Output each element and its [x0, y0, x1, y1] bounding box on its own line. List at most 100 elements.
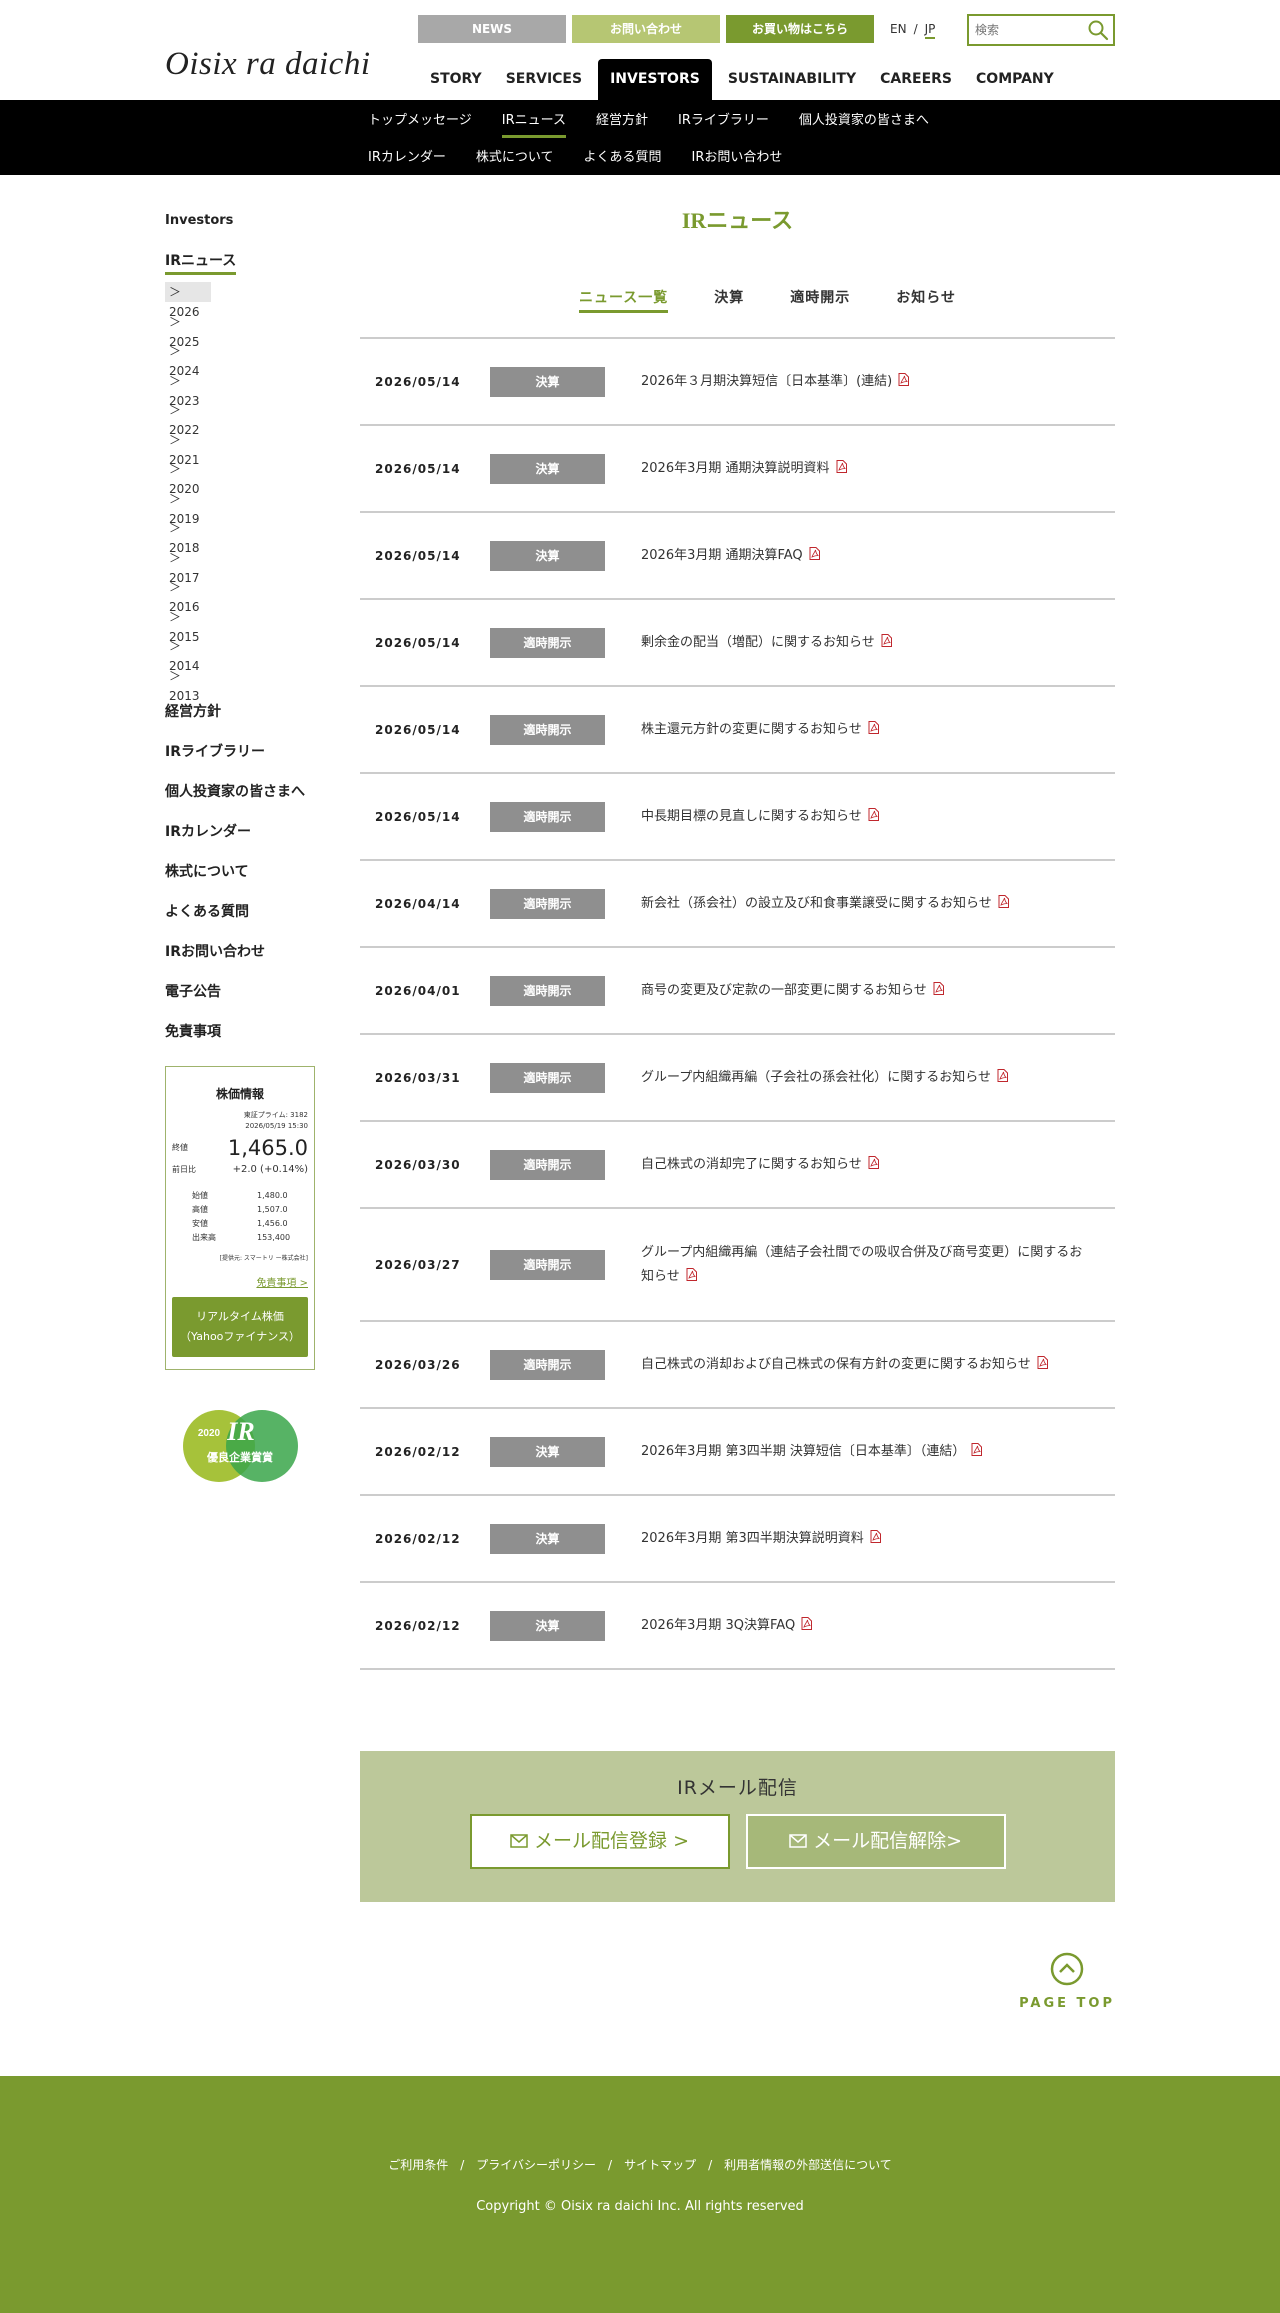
page-top-button[interactable]: PAGE TOP [1019, 1952, 1115, 2011]
mail-unregister-button[interactable]: メール配信解除> [745, 1814, 1006, 1869]
footer-separator: / [608, 2158, 613, 2172]
sidebar-management-policy[interactable]: 経営方針 [165, 702, 360, 742]
stock-datetime: 2026/05/19 15:30 [245, 1121, 308, 1130]
news-title-link[interactable]: 2026年3月期 第3四半期 決算短信〔日本基準〕（連結） [641, 1440, 1091, 1464]
tab-all-news[interactable]: ニュース一覧 [578, 287, 669, 313]
news-title-text: 新会社（孫会社）の設立及び和食事業譲受に関するお知らせ [641, 895, 992, 911]
news-category-badge: 適時開示 [490, 627, 605, 658]
news-title-link[interactable]: 2026年3月期 第3四半期決算説明資料 [641, 1527, 1091, 1551]
nav-careers[interactable]: CAREERS [868, 59, 964, 100]
footer-links: ご利用条件 / プライバシーポリシー / サイトマップ / 利用者情報の外部送信について [0, 2156, 1280, 2173]
stock-high-label: 高値 [192, 1204, 208, 1214]
subnav-ir-news[interactable]: IRニュース [501, 110, 566, 138]
sidebar-ir-library[interactable]: IRライブラリー [165, 742, 360, 782]
main-content: IRニュース ニュース一覧 決算 適時開示 お知らせ 2026/05/14 決算 2… [360, 175, 1115, 2052]
news-category-badge: 適時開示 [490, 801, 605, 832]
news-title-link[interactable]: 剰余金の配当（増配）に関するお知らせ [641, 631, 1091, 655]
footer-terms-link[interactable]: ご利用条件 [388, 2158, 448, 2172]
tab-timely-disclosure[interactable]: 適時開示 [790, 287, 850, 313]
ir-award-badge-icon[interactable]: IR 2020 優良企業賞賞 [183, 1406, 298, 1486]
sidebar-ir-contact[interactable]: IRお問い合わせ [165, 942, 360, 982]
stock-detail-table: 始値 1,480.0 高値 1,507.0 安値 1,456.0 出来高 153… [172, 1189, 308, 1245]
subnav-faq[interactable]: よくある質問 [584, 147, 662, 175]
subnav-ir-calendar[interactable]: IRカレンダー [368, 147, 446, 175]
news-title-link[interactable]: 株主還元方針の変更に関するお知らせ [641, 718, 1091, 742]
news-category-badge: 決算 [490, 1610, 605, 1641]
realtime-stock-button[interactable]: リアルタイム株価 （Yahooファイナンス） [172, 1296, 308, 1357]
nav-services[interactable]: SERVICES [494, 59, 594, 100]
news-title-text: グループ内組織再編（子会社の孫会社化）に関するお知らせ [641, 1069, 991, 1085]
pdf-icon [1037, 1355, 1048, 1369]
contact-button[interactable]: お問い合わせ [572, 15, 720, 43]
year-link[interactable]: ＞2026 [165, 282, 211, 319]
news-date: 2026/03/27 [375, 1257, 461, 1272]
sidebar-stock-info[interactable]: 株式について [165, 862, 360, 902]
search-icon[interactable] [1087, 19, 1109, 41]
news-title-link[interactable]: 2026年３月期決算短信〔日本基準〕(連結) [641, 370, 1091, 394]
subnav-ir-contact[interactable]: IRお問い合わせ [692, 147, 783, 175]
page-top-area: PAGE TOP [360, 1952, 1115, 2052]
news-title-link[interactable]: 自己株式の消却および自己株式の保有方針の変更に関するお知らせ [641, 1353, 1091, 1377]
subnav-top-message[interactable]: トップメッセージ [368, 110, 472, 138]
news-title-text: 中長期目標の見直しに関するお知らせ [641, 808, 862, 824]
stock-close-row: 終値 1,465.0 [172, 1136, 308, 1160]
nav-company[interactable]: COMPANY [964, 59, 1066, 100]
news-button[interactable]: NEWS [418, 15, 566, 43]
sidebar-disclaimer[interactable]: 免責事項 [165, 1022, 360, 1062]
news-title-link[interactable]: 商号の変更及び定款の一部変更に関するお知らせ [641, 979, 1091, 1003]
sidebar-heading[interactable]: Investors [165, 213, 360, 228]
subnav-stock-info[interactable]: 株式について [476, 147, 554, 175]
footer-privacy-link[interactable]: プライバシーポリシー [476, 2158, 596, 2172]
subnav-ir-library[interactable]: IRライブラリー [678, 110, 769, 138]
subnav-individual-investors[interactable]: 個人投資家の皆さまへ [799, 110, 929, 138]
news-row: 2026/03/27 適時開示 グループ内組織再編（連結子会社間での吸収合併及び商号… [360, 1209, 1115, 1322]
news-title-link[interactable]: グループ内組織再編（連結子会社間での吸収合併及び商号変更）に関するお知らせ [641, 1241, 1091, 1289]
pdf-icon [868, 720, 879, 734]
pdf-icon [809, 546, 820, 560]
footer-external-transmission-link[interactable]: 利用者情報の外部送信について [724, 2158, 892, 2172]
tab-financial-results[interactable]: 決算 [714, 287, 744, 313]
news-title-text: 2026年3月期 第3四半期 決算短信〔日本基準〕（連結） [641, 1443, 966, 1459]
sidebar-electronic-notice[interactable]: 電子公告 [165, 982, 360, 1022]
news-row: 2026/04/01 適時開示 商号の変更及び定款の一部変更に関するお知らせ [360, 948, 1115, 1035]
stock-disclaimer-link[interactable]: 免責事項 > [172, 1274, 308, 1289]
subnav-management-policy[interactable]: 経営方針 [596, 110, 648, 138]
news-title-text: 商号の変更及び定款の一部変更に関するお知らせ [641, 982, 927, 998]
mail-register-button[interactable]: メール配信登録 > [469, 1814, 730, 1869]
sidebar-current-ir-news[interactable]: IRニュース [165, 250, 237, 275]
news-title-link[interactable]: グループ内組織再編（子会社の孫会社化）に関するお知らせ [641, 1066, 1091, 1090]
shop-button[interactable]: お買い物はこちら [726, 15, 874, 43]
lang-en[interactable]: EN [890, 22, 907, 39]
news-title-link[interactable]: 2026年3月期 3Q決算FAQ [641, 1614, 1091, 1638]
news-title-link[interactable]: 中長期目標の見直しに関するお知らせ [641, 805, 1091, 829]
tab-notices[interactable]: お知らせ [896, 287, 956, 313]
footer-sitemap-link[interactable]: サイトマップ [624, 2158, 696, 2172]
news-title-link[interactable]: 新会社（孫会社）の設立及び和食事業譲受に関するお知らせ [641, 892, 1091, 916]
search-input[interactable] [969, 23, 1079, 37]
global-nav: STORY SERVICES INVESTORS SUSTAINABILITY … [418, 59, 1066, 100]
sidebar: Investors IRニュース ＞2026 ＞2025 ＞2024 ＞2023… [165, 175, 360, 2052]
news-category-badge: 決算 [490, 1436, 605, 1467]
stock-high-value: 1,507.0 [257, 1204, 288, 1214]
search-box [967, 14, 1115, 46]
nav-story[interactable]: STORY [418, 59, 494, 100]
footer-separator: / [460, 2158, 465, 2172]
sidebar-faq[interactable]: よくある質問 [165, 902, 360, 942]
news-row: 2026/05/14 決算 2026年3月期 通期決算FAQ [360, 513, 1115, 600]
svg-text:IR: IR [226, 1417, 254, 1446]
news-row: 2026/02/12 決算 2026年3月期 第3四半期 決算短信〔日本基準〕（連結… [360, 1409, 1115, 1496]
pdf-icon [686, 1267, 697, 1281]
realtime-stock-source: （Yahooファイナンス） [180, 1329, 300, 1343]
award-text: 優良企業賞賞 [206, 1450, 273, 1464]
sidebar-individual-investors[interactable]: 個人投資家の皆さまへ [165, 782, 360, 822]
site-logo[interactable]: Oisix ra daichi [165, 46, 370, 83]
nav-sustainability[interactable]: SUSTAINABILITY [716, 59, 868, 100]
news-title-link[interactable]: 自己株式の消却完了に関するお知らせ [641, 1153, 1091, 1177]
lang-jp[interactable]: JP [924, 22, 936, 39]
news-title-link[interactable]: 2026年3月期 通期決算説明資料 [641, 457, 1091, 481]
chevron-up-circle-icon [1050, 1952, 1084, 1986]
sidebar-ir-calendar[interactable]: IRカレンダー [165, 822, 360, 862]
news-row: 2026/03/30 適時開示 自己株式の消却完了に関するお知らせ [360, 1122, 1115, 1209]
news-title-link[interactable]: 2026年3月期 通期決算FAQ [641, 544, 1091, 568]
nav-investors[interactable]: INVESTORS [598, 59, 712, 100]
